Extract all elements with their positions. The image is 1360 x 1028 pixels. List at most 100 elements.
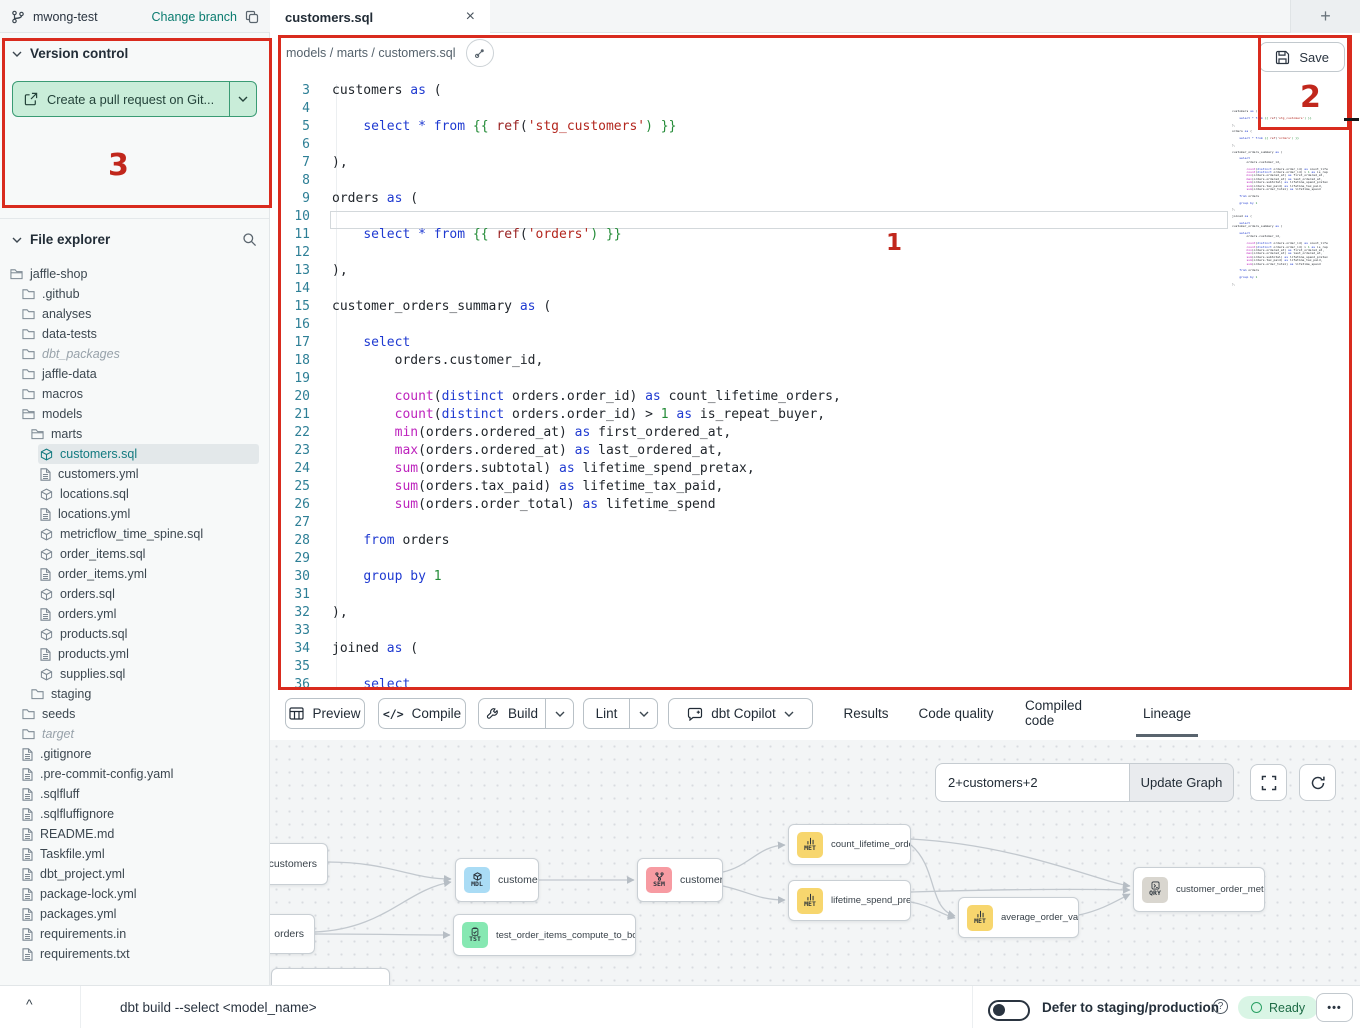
tree-item-.sqlfluffignore[interactable]: .sqlfluffignore [20, 804, 269, 824]
minimap[interactable]: customers as ( select * from {{ ref('stg… [1232, 110, 1328, 345]
change-branch-link[interactable]: Change branch [152, 10, 237, 24]
tree-item-order_items.sql[interactable]: order_items.sql [38, 544, 269, 564]
lineage-search-input[interactable] [935, 763, 1130, 802]
lineage-node-stg_customers[interactable]: stg_customers [270, 843, 328, 885]
build-dropdown-chevron[interactable] [545, 698, 574, 729]
create-pr-button[interactable]: Create a pull request on Git... [12, 81, 257, 117]
qry-badge-icon: QRY [1142, 877, 1168, 903]
lineage-node-partial[interactable] [271, 968, 390, 985]
cli-command[interactable]: dbt build --select <model_name> [120, 986, 317, 1028]
search-icon[interactable] [242, 232, 257, 247]
status-badge[interactable]: Ready [1238, 996, 1318, 1019]
more-options-button[interactable]: ••• [1316, 993, 1353, 1022]
file-label: .gitignore [40, 747, 91, 761]
tree-item-orders.yml[interactable]: orders.yml [38, 604, 269, 624]
tab-customers-sql[interactable]: customers.sql × [270, 0, 490, 34]
tree-item-dbt_packages[interactable]: dbt_packages [20, 344, 269, 364]
chevron-down-icon [12, 237, 22, 243]
file-label: models [42, 407, 82, 421]
lineage-node-customers[interactable]: MDL customers [455, 858, 539, 902]
tree-item-marts[interactable]: marts [29, 424, 269, 444]
tree-item-.github[interactable]: .github [20, 284, 269, 304]
tree-item-products.yml[interactable]: products.yml [38, 644, 269, 664]
tree-item-jaffle-data[interactable]: jaffle-data [20, 364, 269, 384]
tree-item-models[interactable]: models [20, 404, 269, 424]
folder-icon [22, 328, 35, 340]
lint-button[interactable]: Lint [583, 698, 629, 729]
tree-item-metricflow_time_spine.sql[interactable]: metricflow_time_spine.sql [38, 524, 269, 544]
file-label: .sqlfluffignore [40, 807, 114, 821]
build-button[interactable]: Build [478, 698, 545, 729]
folder-open-icon [22, 408, 35, 420]
file-explorer-header[interactable]: File explorer [0, 219, 269, 255]
code-brackets-icon: </> [383, 707, 404, 721]
tree-item-package-lock.yml[interactable]: package-lock.yml [20, 884, 269, 904]
file-label: products.yml [58, 647, 129, 661]
tree-item-order_items.yml[interactable]: order_items.yml [38, 564, 269, 584]
tree-item-data-tests[interactable]: data-tests [20, 324, 269, 344]
close-icon[interactable]: × [466, 9, 475, 25]
lineage-node-orders[interactable]: orders [270, 914, 315, 954]
code-line: group by 1 [332, 568, 841, 586]
lineage-node-test_order_items_compute_to_bools...[interactable]: TSTtest_order_items_compute_to_bools... [453, 914, 636, 956]
tab-code-quality[interactable]: Code quality [915, 690, 997, 736]
folder-icon [31, 688, 44, 700]
version-control-header[interactable]: Version control [0, 33, 269, 69]
dbt-copilot-button[interactable]: dbt Copilot [668, 698, 813, 729]
branch-name: mwong-test [33, 10, 98, 24]
lineage-node-average_order_value[interactable]: METaverage_order_value [958, 897, 1079, 938]
tree-item-.gitignore[interactable]: .gitignore [20, 744, 269, 764]
tab-results[interactable]: Results [840, 690, 892, 736]
tree-item-README.md[interactable]: README.md [20, 824, 269, 844]
tree-item-orders.sql[interactable]: orders.sql [38, 584, 269, 604]
tree-item-customers.yml[interactable]: customers.yml [38, 464, 269, 484]
tree-item-staging[interactable]: staging [29, 684, 269, 704]
tree-item-macros[interactable]: macros [20, 384, 269, 404]
preview-button[interactable]: Preview [285, 698, 365, 729]
tree-item-requirements.in[interactable]: requirements.in [20, 924, 269, 944]
update-graph-button[interactable]: Update Graph [1129, 763, 1234, 802]
lineage-node-customer_order_metrics[interactable]: QRYcustomer_order_metrics [1133, 867, 1265, 912]
tree-item-locations.yml[interactable]: locations.yml [38, 504, 269, 524]
tab-compiled-code[interactable]: Compiled code [1025, 690, 1115, 736]
refresh-icon [1310, 775, 1326, 791]
lineage-node-lifetime_spend_pretax[interactable]: METlifetime_spend_pretax [788, 880, 911, 921]
copilot-circle-button[interactable] [466, 39, 494, 67]
tree-item-jaffle-shop[interactable]: jaffle-shop [8, 264, 269, 284]
tree-item-locations.sql[interactable]: locations.sql [38, 484, 269, 504]
code-editor[interactable]: 3456789101112131415161718192021222324252… [270, 72, 1360, 690]
compile-button[interactable]: </> Compile [378, 698, 466, 729]
node-label: average_order_value [1001, 912, 1079, 923]
tree-item-customers.sql[interactable]: customers.sql [38, 444, 259, 464]
preview-label: Preview [312, 706, 360, 721]
file-label: requirements.txt [40, 947, 130, 961]
tab-lineage[interactable]: Lineage [1136, 690, 1198, 736]
copy-icon[interactable] [245, 10, 259, 24]
tree-item-supplies.sql[interactable]: supplies.sql [38, 664, 269, 684]
lint-dropdown-chevron[interactable] [629, 698, 658, 729]
mdl-badge-icon: MDL [464, 867, 490, 893]
fullscreen-button[interactable] [1250, 764, 1287, 801]
doc-icon [22, 808, 33, 821]
tree-item-dbt_project.yml[interactable]: dbt_project.yml [20, 864, 269, 884]
tree-item-seeds[interactable]: seeds [20, 704, 269, 724]
caret-up-icon[interactable]: ^ [26, 996, 33, 1012]
tree-item-packages.yml[interactable]: packages.yml [20, 904, 269, 924]
save-button[interactable]: Save [1259, 42, 1345, 72]
lineage-node-count_lifetime_orders[interactable]: METcount_lifetime_orders [788, 824, 911, 865]
tree-item-.sqlfluff[interactable]: .sqlfluff [20, 784, 269, 804]
new-tab-button[interactable]: + [1290, 0, 1360, 33]
tree-item-analyses[interactable]: analyses [20, 304, 269, 324]
node-label: customers [498, 874, 539, 886]
help-icon[interactable]: ? [1213, 999, 1228, 1014]
defer-toggle[interactable] [988, 1000, 1030, 1021]
tree-item-.pre-commit-config.yaml[interactable]: .pre-commit-config.yaml [20, 764, 269, 784]
lineage-node-customers[interactable]: SEMcustomers [637, 858, 723, 902]
pr-dropdown-chevron[interactable] [229, 82, 256, 116]
tree-item-products.sql[interactable]: products.sql [38, 624, 269, 644]
tree-item-Taskfile.yml[interactable]: Taskfile.yml [20, 844, 269, 864]
tree-item-target[interactable]: target [20, 724, 269, 744]
tree-item-requirements.txt[interactable]: requirements.txt [20, 944, 269, 964]
refresh-button[interactable] [1299, 764, 1336, 801]
file-label: marts [51, 427, 82, 441]
